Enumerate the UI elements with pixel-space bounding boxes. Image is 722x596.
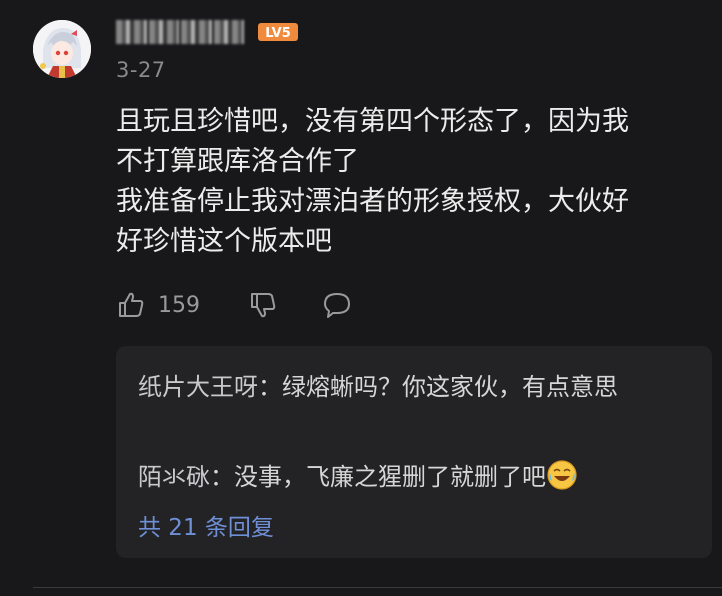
comment-line: 且玩且珍惜吧，没有第四个形态了，因为我 xyxy=(116,106,629,137)
timestamp: 3-27 xyxy=(116,58,166,82)
comment-line: 不打算跟库洛合作了 xyxy=(116,146,359,177)
redaction-block xyxy=(213,20,244,44)
level-badge-icon: LV5 xyxy=(258,23,298,41)
dislike-button[interactable] xyxy=(248,290,278,320)
redaction-block xyxy=(116,20,147,44)
comment-content: 且玩且珍惜吧，没有第四个形态了，因为我 不打算跟库洛合作了 我准备停止我对漂泊者… xyxy=(116,102,696,262)
comment-bubble-icon xyxy=(324,293,350,318)
comment-line: 我准备停止我对漂泊者的形象授权，大伙好 xyxy=(116,186,629,217)
svg-text:LV5: LV5 xyxy=(265,26,291,41)
reply-separator: ： xyxy=(210,463,234,491)
reply-separator: ： xyxy=(258,373,282,401)
reply-text: 没事，飞廉之猩删了就删了吧 xyxy=(234,463,546,491)
redaction-block xyxy=(148,20,179,44)
divider xyxy=(33,587,722,588)
reply-preview-box[interactable]: 纸片大王呀：绿熔蜥吗？你这家伙，有点意思 陌氺砯：没事，飞廉之猩删了就删了吧 共… xyxy=(116,346,712,558)
view-all-replies-link[interactable]: 共 21 条回复 xyxy=(138,508,274,542)
comment-actions: 159 xyxy=(116,288,352,322)
like-button[interactable]: 159 xyxy=(116,290,200,320)
reply-author[interactable]: 纸片大王呀 xyxy=(138,373,258,401)
reply-item[interactable]: 纸片大王呀：绿熔蜥吗？你这家伙，有点意思 xyxy=(138,366,686,408)
level-badge: LV5 xyxy=(258,22,298,42)
username-redacted[interactable] xyxy=(116,20,244,44)
like-count: 159 xyxy=(158,292,200,318)
avatar-image xyxy=(33,20,91,78)
reply-item[interactable]: 陌氺砯：没事，飞廉之猩删了就删了吧 xyxy=(138,456,686,498)
avatar[interactable] xyxy=(33,20,91,78)
reply-author[interactable]: 陌氺砯 xyxy=(138,463,210,491)
comment-card: LV5 3-27 且玩且珍惜吧，没有第四个形态了，因为我 不打算跟库洛合作了 我… xyxy=(0,0,722,596)
reply-button[interactable] xyxy=(322,290,352,320)
laughing-crying-emoji-icon xyxy=(547,460,577,490)
comment-line: 好珍惜这个版本吧 xyxy=(116,226,332,257)
redaction-block xyxy=(181,20,212,44)
thumbs-down-icon xyxy=(251,293,276,318)
thumbs-up-icon xyxy=(119,292,144,317)
reply-text: 绿熔蜥吗？你这家伙，有点意思 xyxy=(282,373,618,401)
